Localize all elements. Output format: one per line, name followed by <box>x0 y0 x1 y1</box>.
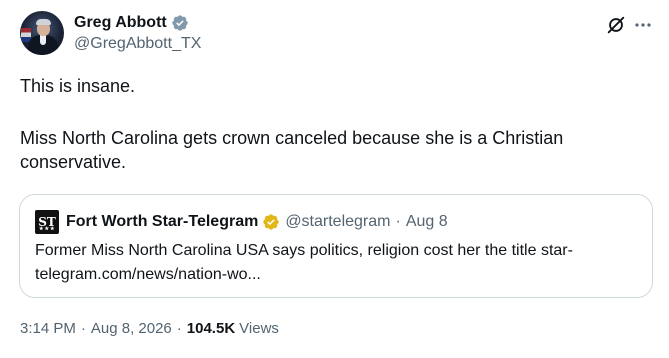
quote-header: ST ★★★ Fort Worth Star-Telegram @startel… <box>35 210 448 234</box>
tweet: Greg Abbott @GregAbbott_TX This is insan… <box>0 0 669 358</box>
grok-icon[interactable] <box>605 14 627 36</box>
meta-separator: · <box>80 319 86 337</box>
quote-avatar[interactable]: ST ★★★ <box>35 210 59 234</box>
author-handle[interactable]: @GregAbbott_TX <box>74 35 201 53</box>
views-count[interactable]: 104.5K <box>187 320 235 337</box>
avatar-hair <box>36 19 51 25</box>
gray-verified-icon <box>172 15 188 31</box>
quote-author-name[interactable]: Fort Worth Star-Telegram <box>66 213 258 231</box>
tweet-date[interactable]: Aug 8, 2026 <box>91 320 172 337</box>
author-avatar[interactable] <box>20 11 64 55</box>
meta-separator-2: · <box>176 319 182 337</box>
author-name-row: Greg Abbott <box>74 12 189 34</box>
tweet-text-line1: This is insane. <box>20 76 136 96</box>
quote-body-text: Former Miss North Carolina USA says poli… <box>35 242 573 283</box>
author-display-name[interactable]: Greg Abbott <box>74 14 167 32</box>
quote-tweet-card[interactable]: ST ★★★ Fort Worth Star-Telegram @startel… <box>19 194 653 298</box>
quote-logo-dots: ★★★ <box>39 226 56 232</box>
gold-verified-icon <box>263 214 279 230</box>
quote-date[interactable]: Aug 8 <box>406 213 448 231</box>
views-label: Views <box>239 319 279 337</box>
tweet-text-paragraph: Miss North Carolina gets crown canceled … <box>20 128 564 172</box>
quote-author-handle[interactable]: @startelegram <box>285 213 390 231</box>
quote-separator: · <box>395 213 401 230</box>
tweet-time[interactable]: 3:14 PM <box>20 320 76 337</box>
avatar-shirt <box>40 35 46 45</box>
tweet-meta: 3:14 PM · Aug 8, 2026 · 104.5K Views <box>20 318 279 338</box>
more-options-icon[interactable] <box>634 22 652 28</box>
